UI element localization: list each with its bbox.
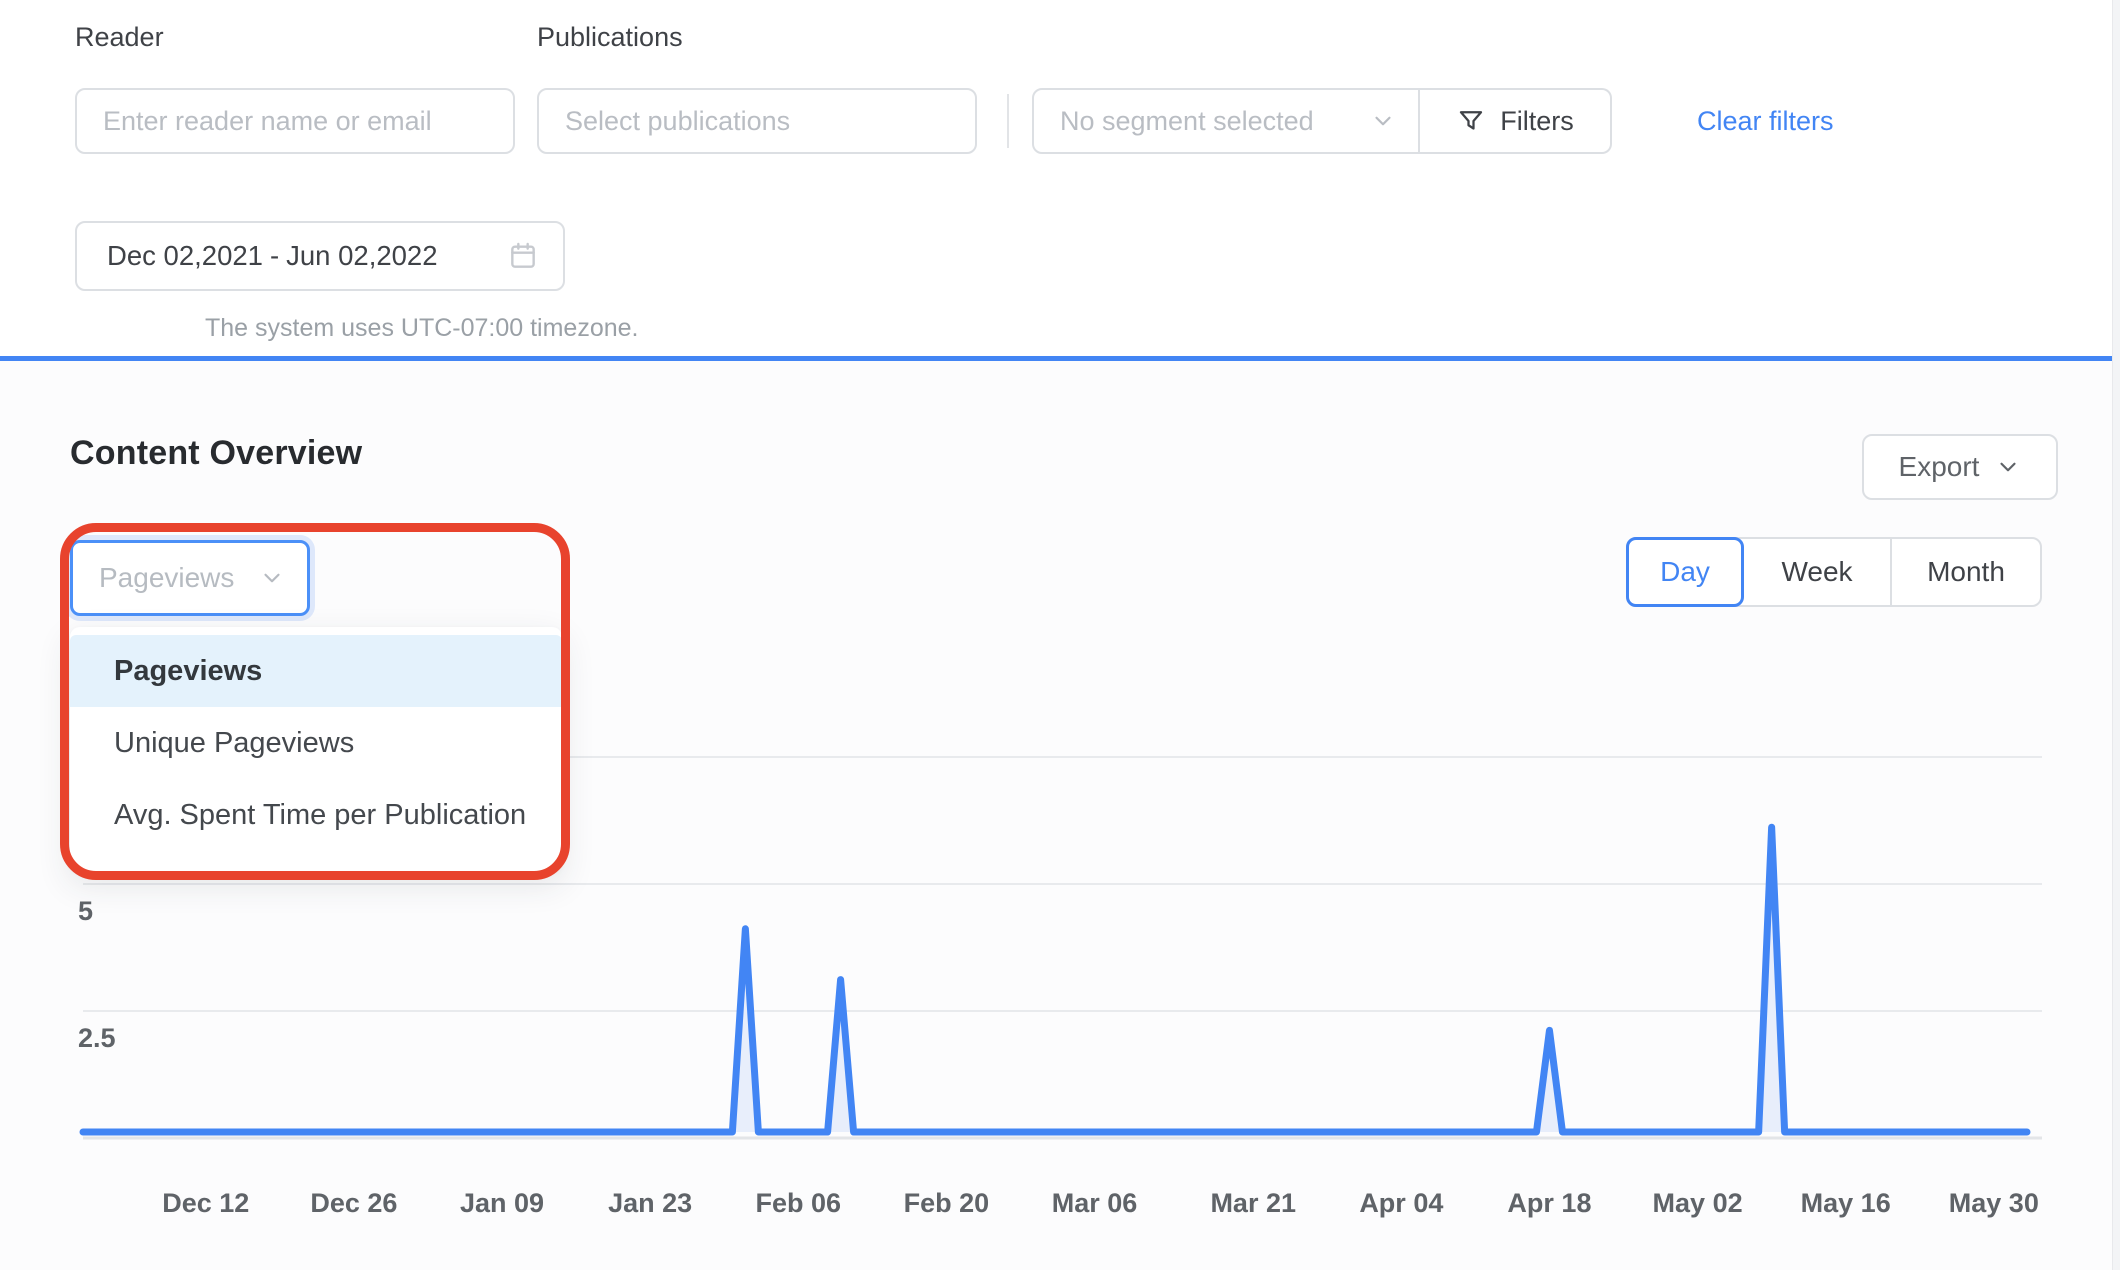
analytics-dashboard: Reader Publications Enter reader name or… [0, 0, 2120, 1270]
chevron-down-icon [259, 565, 285, 591]
filters-button-label: Filters [1500, 106, 1574, 137]
segment-select-value: No segment selected [1060, 106, 1314, 137]
date-range-picker[interactable]: Dec 02,2021- Jun 02,2022 [75, 221, 565, 291]
publications-input[interactable]: Select publications [537, 88, 977, 154]
metric-select-trigger[interactable]: Pageviews [70, 540, 310, 616]
tab-week[interactable]: Week [1744, 539, 1890, 605]
segment-select[interactable]: No segment selected [1032, 88, 1420, 154]
filter-divider [1007, 94, 1009, 148]
menu-item-avg-spent-time[interactable]: Avg. Spent Time per Publication [70, 779, 562, 851]
scrollbar-gutter [2112, 0, 2120, 1270]
tab-day[interactable]: Day [1626, 537, 1744, 607]
reader-input-placeholder: Enter reader name or email [103, 106, 432, 137]
funnel-icon [1456, 106, 1486, 136]
segment-filter-group: No segment selected Filters [1032, 88, 1612, 154]
tab-month[interactable]: Month [1890, 539, 2040, 605]
chevron-down-icon [1995, 454, 2021, 480]
publications-input-placeholder: Select publications [565, 106, 790, 137]
filters-button[interactable]: Filters [1420, 88, 1612, 154]
publications-label: Publications [537, 22, 683, 53]
chevron-down-icon [1370, 108, 1396, 134]
calendar-icon [507, 240, 539, 272]
clear-filters-link[interactable]: Clear filters [1697, 88, 1834, 154]
date-range-start: Dec 02,2021 [107, 240, 263, 272]
date-range-value: Dec 02,2021- Jun 02,2022 [107, 240, 438, 272]
menu-item-unique-pageviews[interactable]: Unique Pageviews [70, 707, 562, 779]
menu-item-pageviews[interactable]: Pageviews [70, 635, 562, 707]
page-title: Content Overview [70, 434, 362, 473]
reader-input[interactable]: Enter reader name or email [75, 88, 515, 154]
export-button[interactable]: Export [1862, 434, 2058, 500]
reader-label: Reader [75, 22, 164, 53]
date-range-separator: - [270, 240, 279, 272]
granularity-tabs: Day Week Month [1626, 537, 2042, 607]
export-button-label: Export [1899, 451, 1980, 483]
date-range-end: Jun 02,2022 [286, 240, 437, 272]
timezone-note: The system uses UTC-07:00 timezone. [205, 314, 639, 343]
metric-select-value: Pageviews [99, 562, 234, 594]
metric-dropdown-menu: Pageviews Unique Pageviews Avg. Spent Ti… [70, 627, 562, 871]
